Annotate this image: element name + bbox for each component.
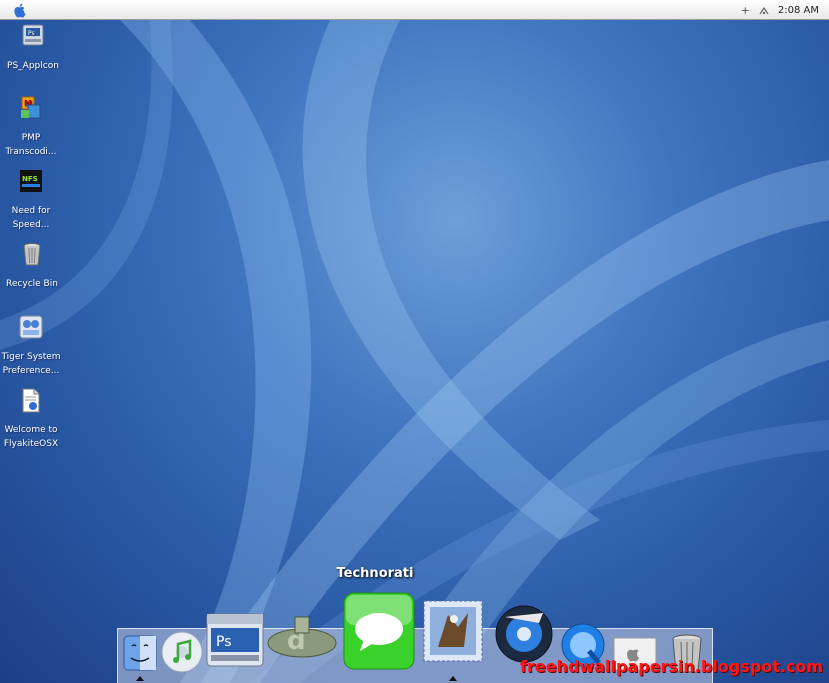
mail-running-indicator	[449, 676, 457, 681]
desktop-icon-ps-applcon[interactable]: Ps PS_Applcon	[0, 23, 68, 73]
watermark: freehdwallpapersin.blogspot.com	[520, 657, 824, 676]
photoshop-icon[interactable]: Ps	[204, 610, 266, 670]
desktop-icon-label: Preference...	[2, 366, 60, 376]
finder-running-indicator	[136, 676, 144, 681]
system-preferences-icon	[19, 315, 43, 339]
mail-icon[interactable]	[418, 597, 488, 665]
desktop-icon-label: Need for	[11, 206, 51, 216]
desktop-icon-label: Transcodi...	[5, 147, 57, 157]
apple-logo-icon[interactable]	[12, 2, 28, 18]
svg-text:NFS: NFS	[22, 175, 38, 183]
technorati-icon[interactable]	[342, 591, 416, 671]
need-for-speed-icon: NFS	[20, 170, 42, 192]
desktop-icon-need-for-speed[interactable]: NFS Need for Speed...	[0, 168, 66, 232]
finder-icon[interactable]	[122, 634, 158, 672]
desktop-icon-label: PMP	[21, 133, 41, 143]
deviantart-icon[interactable]: d	[265, 603, 339, 663]
desktop-icon-label: PS_Applcon	[7, 61, 59, 71]
desktop-wallpaper	[0, 20, 829, 683]
desktop-icon-label: Welcome to	[4, 425, 58, 435]
document-icon	[22, 388, 40, 413]
itunes-icon[interactable]	[160, 630, 204, 674]
menu-bar: + 2:08 AM	[0, 0, 829, 20]
desktop-icon-welcome-document[interactable]: Welcome to FlyakiteOSX	[0, 387, 66, 451]
desktop-icon-label: Speed...	[12, 220, 50, 230]
wifi-icon[interactable]	[758, 4, 770, 16]
dock-tooltip: Technorati	[336, 566, 414, 581]
desktop-icon-tiger-system-preferences[interactable]: Tiger System Preference...	[0, 314, 66, 378]
desktop-icon-recycle-bin[interactable]: Recycle Bin	[0, 241, 67, 291]
desktop-icon-label: Tiger System	[1, 352, 61, 362]
desktop-icon-pmp-transcoder[interactable]: M PMP Transcodi...	[0, 95, 66, 159]
svg-text:Ps: Ps	[216, 634, 232, 650]
svg-text:Ps: Ps	[28, 30, 35, 37]
desktop-icon-label: FlyakiteOSX	[3, 439, 59, 449]
wallpaper-swooshes	[0, 20, 829, 683]
dvd-player-icon[interactable]	[493, 603, 555, 665]
pmp-transcoder-icon: M	[21, 96, 41, 119]
menubar-clock[interactable]: 2:08 AM	[778, 5, 819, 16]
plus-icon[interactable]: +	[741, 4, 750, 17]
desktop-icon-label: Recycle Bin	[6, 279, 58, 289]
menubar-status-area: + 2:08 AM	[741, 2, 819, 18]
trash-icon	[23, 243, 41, 266]
photoshop-drive-icon: Ps	[22, 24, 44, 46]
